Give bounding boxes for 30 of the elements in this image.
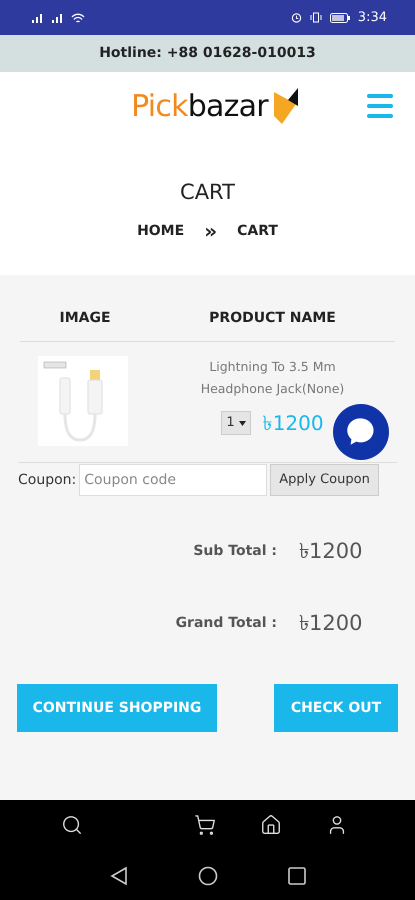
column-header: IMAGE bbox=[58, 309, 112, 328]
back-icon[interactable] bbox=[110, 866, 128, 886]
pickbazar-logo: Pickbazar bbox=[131, 84, 300, 128]
recents-icon[interactable] bbox=[288, 867, 306, 885]
quantity-select[interactable]: 1 bbox=[221, 411, 251, 435]
total-label: Grand Total : bbox=[176, 614, 277, 633]
breadcrumb-link[interactable]: HOME bbox=[137, 220, 184, 242]
page-title: CART bbox=[180, 179, 235, 206]
hotline-text: Hotline: +88 01628-010013 bbox=[99, 44, 316, 63]
total-value: ৳1200 bbox=[299, 610, 364, 636]
search-icon[interactable] bbox=[61, 814, 83, 836]
chat-bubble-icon[interactable] bbox=[333, 404, 389, 460]
breadcrumb-link[interactable]: CART bbox=[237, 220, 278, 242]
clock-time: 3:34 bbox=[358, 8, 387, 27]
breadcrumb-separator: » bbox=[204, 221, 218, 241]
apply-coupon-button[interactable]: Apply Coupon bbox=[270, 464, 379, 496]
home-icon[interactable] bbox=[260, 814, 282, 836]
product-price: ৳1200 bbox=[262, 410, 324, 437]
cart-icon[interactable] bbox=[194, 814, 216, 836]
alarm-icon bbox=[290, 12, 302, 23]
coupon-field[interactable]: Coupon code bbox=[79, 464, 268, 496]
total-label: Sub Total : bbox=[193, 542, 277, 562]
coupon-label: Coupon: bbox=[18, 470, 76, 490]
product-name[interactable]: Lightning To 3.5 Mm Headphone Jack(None) bbox=[198, 356, 348, 400]
home-circle-icon[interactable] bbox=[198, 866, 218, 886]
total-value: ৳1200 bbox=[299, 538, 364, 565]
vibrate-icon bbox=[310, 12, 322, 23]
column-header: PRODUCT NAME bbox=[208, 309, 337, 328]
caret-icon bbox=[238, 420, 246, 426]
battery-icon bbox=[330, 12, 350, 22]
